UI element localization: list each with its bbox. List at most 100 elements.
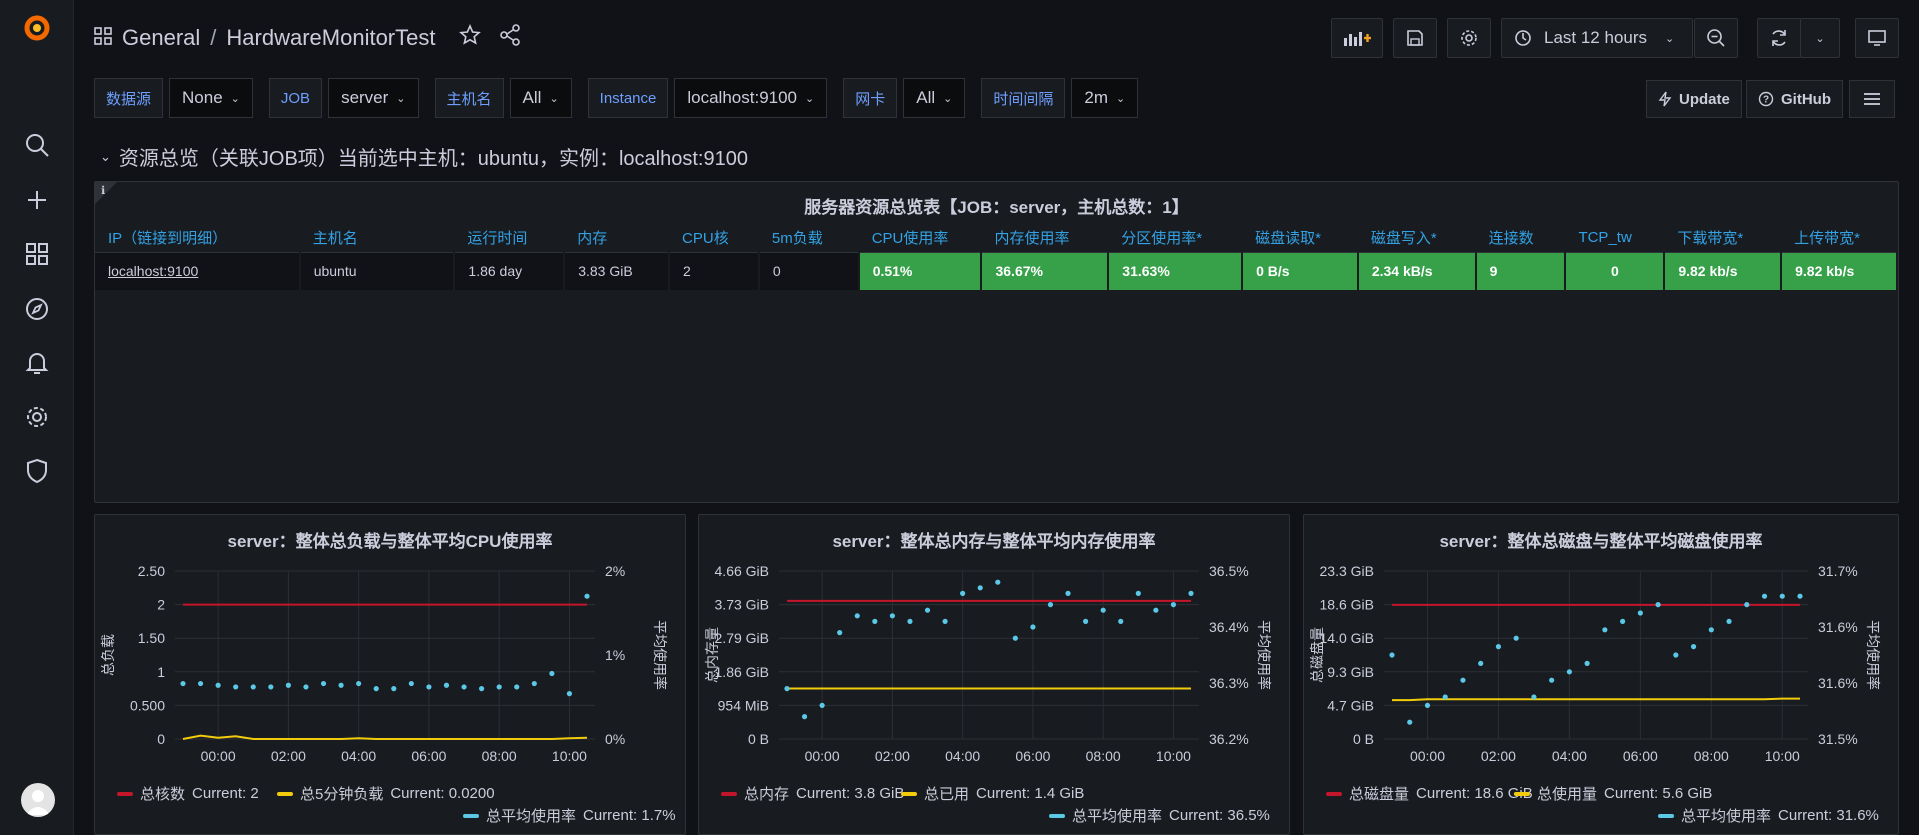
series-point (1030, 624, 1036, 630)
series-point (1460, 677, 1466, 683)
shield-icon[interactable] (21, 455, 53, 487)
column-header[interactable]: IP（链接到明细） (95, 224, 300, 253)
variable-select-hostname[interactable]: All ⌄ (509, 78, 572, 118)
table-cell: 0 (758, 252, 860, 290)
series-point (1495, 644, 1502, 650)
series-point (303, 684, 309, 690)
github-link-button[interactable]: ? GitHub (1746, 80, 1843, 118)
chart-load-cpu[interactable]: 2.50 2 1.50 1 0.500 0 2% 1% 0% 00:00 02:00 04:00 06:… (95, 555, 685, 805)
series-point (514, 684, 520, 690)
x-tick-label: 06:00 (1623, 748, 1658, 764)
variable-select-nic[interactable]: All ⌄ (903, 78, 966, 118)
series-point (285, 682, 291, 688)
variable-select-interval[interactable]: 2m ⌄ (1071, 78, 1139, 118)
row-header[interactable]: ⌄ 资源总览（关联JOB项）当前选中主机：ubuntu，实例：localhost… (100, 142, 748, 171)
series-point (1531, 694, 1537, 700)
dashboards-icon[interactable] (21, 238, 53, 270)
dashboards-grid-icon[interactable] (94, 25, 112, 51)
legend-item[interactable]: 总已用 Current: 1.4 GiB (901, 783, 1084, 804)
y-right-axis-title: 平均使用率 (652, 620, 668, 690)
column-header[interactable]: 主机名 (299, 224, 455, 253)
y-right-tick-label: 36.2% (1209, 731, 1249, 747)
instance-link[interactable]: localhost:9100 (95, 252, 301, 290)
variable-value: All (522, 88, 542, 107)
tv-mode-button[interactable] (1855, 18, 1899, 58)
add-panel-icon (1344, 32, 1371, 46)
column-header[interactable]: 运行时间 (454, 224, 565, 253)
refresh-button[interactable] (1757, 18, 1801, 58)
grafana-logo-icon[interactable] (21, 12, 53, 44)
refresh-interval-dropdown[interactable]: ⌄ (1800, 18, 1840, 58)
chart-memory[interactable]: 4.66 GiB 3.73 GiB 2.79 GiB 1.86 GiB 954 MiB 0… (699, 555, 1289, 805)
variable-value: server (341, 88, 389, 107)
settings-gear-icon[interactable] (21, 401, 53, 433)
time-range-picker[interactable]: Last 12 hours ⌄ (1501, 18, 1693, 58)
panel-title: server：整体总内存与整体平均内存使用率 (832, 532, 1156, 551)
add-panel-button[interactable] (1331, 18, 1383, 58)
zoom-out-button[interactable] (1694, 18, 1738, 58)
column-header[interactable]: 内存 (564, 224, 670, 253)
y-left-tick-label: 0.500 (130, 697, 165, 713)
series-point (1690, 644, 1697, 650)
column-header[interactable]: CPU核 (669, 224, 759, 253)
variable-value: All (916, 88, 936, 107)
legend-current: Current: 1.4 GiB (976, 785, 1085, 802)
column-header[interactable]: 磁盘写入* (1357, 224, 1476, 253)
variable-select-job[interactable]: server ⌄ (328, 78, 419, 118)
variables-row: 数据源 None ⌄ JOB server ⌄ 主机名 All ⌄ Instance … (94, 78, 1154, 118)
column-header[interactable]: 连接数 (1475, 224, 1566, 253)
variable-select-datasource[interactable]: None ⌄ (169, 78, 253, 118)
breadcrumb-folder[interactable]: General (122, 25, 200, 51)
y-right-tick-label: 1% (605, 647, 625, 663)
legend-item[interactable]: 总内存 Current: 3.8 GiB (721, 783, 904, 804)
variable-select-instance[interactable]: localhost:9100 ⌄ (674, 78, 828, 118)
user-avatar[interactable] (21, 783, 55, 817)
series-point (1118, 618, 1124, 624)
legend-item[interactable]: 总使用量 Current: 5.6 GiB (1514, 783, 1712, 804)
menu-button[interactable] (1849, 80, 1895, 118)
alerting-bell-icon[interactable] (21, 347, 53, 379)
series-point (819, 702, 825, 708)
legend-swatch (117, 791, 133, 796)
legend-item[interactable]: 总平均使用率 Current: 36.5% (1049, 805, 1270, 826)
y-left-tick-label: 1.86 GiB (715, 664, 769, 680)
legend-item[interactable]: 总核数 Current: 2 (117, 783, 259, 804)
column-header[interactable]: CPU使用率 (858, 224, 982, 253)
table-row: localhost:9100 ubuntu 1.86 day 3.83 GiB 2 0 0.… (95, 252, 1898, 290)
column-header[interactable]: 上传带宽* (1781, 224, 1897, 253)
table-cell: ubuntu (299, 252, 456, 290)
save-dashboard-button[interactable] (1393, 18, 1437, 58)
legend-item[interactable]: 总平均使用率 Current: 1.7% (463, 805, 676, 826)
legend-current: Current: 36.5% (1169, 807, 1270, 824)
search-icon[interactable] (21, 129, 53, 161)
column-header[interactable]: 分区使用率* (1108, 224, 1243, 253)
series-point (1135, 590, 1141, 596)
table-cell: 9 (1475, 252, 1567, 290)
share-icon[interactable] (499, 24, 521, 52)
legend-item[interactable]: 总磁盘量 Current: 18.6 GiB (1326, 783, 1533, 804)
column-header[interactable]: 内存使用率 (981, 224, 1109, 253)
series-point (1170, 602, 1177, 608)
time-range-label: Last 12 hours (1544, 28, 1648, 47)
column-header[interactable]: 下载带宽* (1664, 224, 1782, 253)
series-point (995, 579, 1001, 585)
column-header[interactable]: 5m负载 (758, 224, 859, 253)
plus-icon[interactable] (21, 184, 53, 216)
legend-item[interactable]: 总平均使用率 Current: 31.6% (1658, 805, 1879, 826)
chart-disk[interactable]: 23.3 GiB 18.6 GiB 14.0 GiB 9.3 GiB 4.7 GiB 0 … (1304, 555, 1898, 805)
dashboard-title[interactable]: HardwareMonitorTest (226, 25, 435, 51)
series-point (977, 585, 983, 591)
update-link-button[interactable]: Update (1646, 80, 1742, 118)
explore-compass-icon[interactable] (21, 293, 53, 325)
zoom-out-icon (1707, 29, 1725, 47)
column-header[interactable]: TCP_tw (1565, 224, 1665, 253)
series-point (549, 670, 555, 677)
y-left-tick-label: 3.73 GiB (715, 597, 769, 613)
dashboard-settings-button[interactable] (1447, 18, 1491, 58)
column-header[interactable]: 磁盘读取* (1242, 224, 1358, 253)
legend-item[interactable]: 总5分钟负载 Current: 0.0200 (277, 783, 495, 804)
star-icon[interactable] (459, 23, 482, 52)
series-point (907, 618, 913, 624)
y-left-tick-label: 0 (157, 731, 165, 747)
y-left-axis-title: 总内存量 (704, 627, 720, 683)
